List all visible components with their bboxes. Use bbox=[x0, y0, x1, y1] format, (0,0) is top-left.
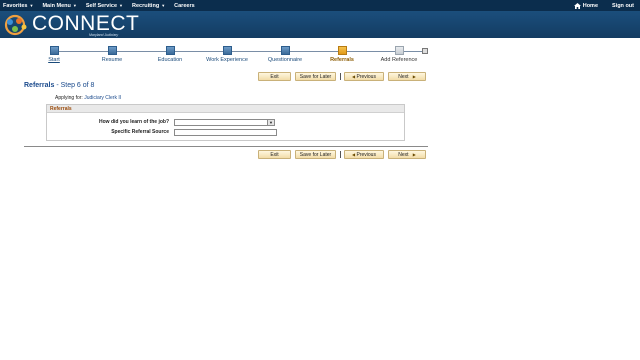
step-questionnaire[interactable]: Questionnaire bbox=[255, 45, 315, 63]
step-education[interactable]: Education bbox=[140, 45, 200, 63]
button-separator bbox=[340, 151, 341, 158]
step-marker bbox=[222, 46, 232, 55]
step-referrals[interactable]: Referrals bbox=[312, 45, 372, 63]
panel-title: Referrals bbox=[47, 105, 404, 113]
step-marker bbox=[49, 46, 59, 55]
step-resume[interactable]: Resume bbox=[82, 45, 142, 63]
nav-careers[interactable]: Careers bbox=[174, 3, 195, 9]
button-label: Previous bbox=[356, 73, 376, 80]
referrals-panel: Referrals How did you learn of the job? … bbox=[46, 104, 405, 141]
chevron-down-icon: ▼ bbox=[29, 3, 34, 8]
chevron-right-icon: ▶ bbox=[412, 74, 416, 79]
more-steps-icon[interactable] bbox=[422, 48, 428, 54]
step-label: Questionnaire bbox=[267, 57, 303, 63]
chevron-down-icon: ▼ bbox=[119, 3, 123, 8]
button-label: Next bbox=[398, 73, 409, 80]
chevron-right-icon: ▶ bbox=[412, 152, 416, 157]
save-for-later-button[interactable]: Save for Later bbox=[295, 72, 336, 81]
chevron-left-icon: ◀ bbox=[352, 152, 356, 157]
page-title-text: Referrals bbox=[24, 82, 55, 89]
step-label: Add Reference bbox=[380, 57, 418, 63]
header-banner: CONNECT Maryland Judiciary bbox=[0, 11, 640, 38]
button-label: Save for Later bbox=[299, 151, 332, 158]
next-button[interactable]: Next ▶ bbox=[388, 72, 426, 81]
nav-label: Careers bbox=[174, 2, 195, 9]
button-separator bbox=[340, 73, 341, 80]
step-label: Referrals bbox=[330, 57, 354, 63]
button-label: Exit bbox=[270, 73, 279, 80]
nav-self-service[interactable]: Self Service ▼ bbox=[86, 3, 123, 9]
button-label: Next bbox=[398, 151, 409, 158]
step-marker bbox=[394, 46, 404, 55]
previous-button[interactable]: ◀ Previous bbox=[344, 72, 384, 81]
job-title: Judiciary Clerk II bbox=[84, 95, 122, 101]
step-add-reference[interactable]: Add Reference bbox=[369, 45, 429, 63]
connect-logo-icon bbox=[4, 14, 30, 36]
home-icon bbox=[573, 2, 581, 9]
step-marker bbox=[280, 46, 290, 55]
step-work-experience[interactable]: Work Experience bbox=[197, 45, 257, 63]
home-label: Home bbox=[582, 2, 598, 9]
top-button-row: Exit Save for Later ◀ Previous Next ▶ bbox=[0, 72, 640, 82]
step-counter: - Step 6 of 8 bbox=[56, 82, 95, 89]
how-learned-select[interactable]: ▼ bbox=[174, 119, 275, 126]
step-label: Resume bbox=[101, 57, 123, 63]
dropdown-arrow-icon[interactable]: ▼ bbox=[267, 120, 274, 125]
exit-button[interactable]: Exit bbox=[258, 150, 291, 159]
nav-favorites[interactable]: Favorites ▼ bbox=[3, 3, 33, 9]
step-marker bbox=[107, 46, 117, 55]
applying-label: Applying for: bbox=[55, 95, 83, 101]
top-nav-bar: Favorites ▼ Main Menu ▼ Self Service ▼ Recr… bbox=[0, 0, 640, 11]
question-label: How did you learn of the job? bbox=[99, 119, 169, 125]
button-label: Previous bbox=[356, 151, 376, 158]
button-label: Exit bbox=[270, 151, 279, 158]
exit-button[interactable]: Exit bbox=[258, 72, 291, 81]
nav-label: Favorites bbox=[3, 2, 28, 9]
nav-label: Main Menu bbox=[42, 2, 71, 9]
signout-label: Sign out bbox=[612, 2, 634, 9]
save-for-later-button[interactable]: Save for Later bbox=[295, 150, 336, 159]
next-button[interactable]: Next ▶ bbox=[388, 150, 426, 159]
step-marker bbox=[337, 46, 347, 55]
chevron-down-icon: ▼ bbox=[72, 3, 77, 8]
nav-recruiting[interactable]: Recruiting ▼ bbox=[132, 3, 165, 9]
source-label: Specific Referral Source bbox=[111, 129, 169, 135]
step-label: Education bbox=[157, 57, 183, 63]
logo-subtitle: Maryland Judiciary bbox=[89, 33, 119, 37]
applying-for: Applying for: Judiciary Clerk II bbox=[55, 95, 121, 101]
nav-main-menu[interactable]: Main Menu ▼ bbox=[42, 3, 76, 9]
button-label: Save for Later bbox=[299, 73, 332, 80]
step-label: Start bbox=[48, 57, 60, 63]
nav-label: Self Service bbox=[85, 2, 118, 9]
home-link[interactable]: Home bbox=[573, 2, 598, 9]
step-marker bbox=[165, 46, 175, 55]
bottom-button-row: Exit Save for Later ◀ Previous Next ▶ bbox=[0, 150, 640, 160]
nav-label: Recruiting bbox=[131, 2, 160, 9]
step-label: Work Experience bbox=[206, 57, 248, 63]
step-start[interactable]: Start bbox=[24, 45, 84, 63]
referral-source-input[interactable] bbox=[174, 129, 277, 136]
chevron-left-icon: ◀ bbox=[352, 74, 356, 79]
application-progress: Start Resume Education Work Experience Q… bbox=[24, 45, 432, 67]
chevron-down-icon: ▼ bbox=[161, 3, 166, 8]
previous-button[interactable]: ◀ Previous bbox=[344, 150, 384, 159]
signout-link[interactable]: Sign out bbox=[612, 3, 634, 9]
page-title: Referrals - Step 6 of 8 bbox=[24, 82, 94, 89]
divider bbox=[24, 146, 428, 147]
logo-title: CONNECT bbox=[32, 12, 140, 35]
